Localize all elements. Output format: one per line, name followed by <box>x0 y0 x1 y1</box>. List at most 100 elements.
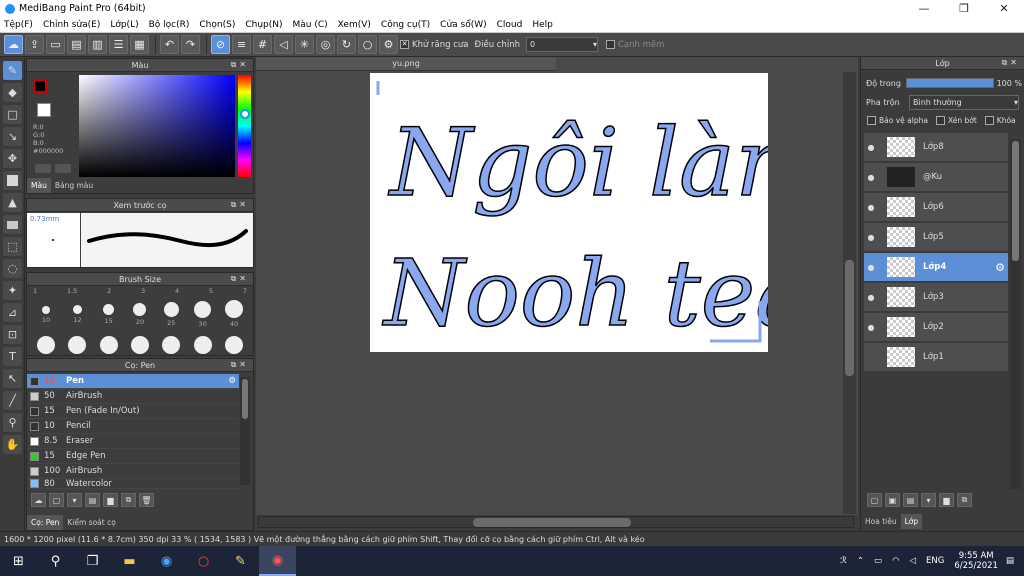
snap-off-icon[interactable]: ⊘ <box>211 35 230 54</box>
brush-size-option[interactable]: 12 <box>64 300 90 336</box>
brush-item[interactable]: 15 Edge Pen <box>27 449 239 464</box>
brush-size-option[interactable]: 25 <box>158 300 184 336</box>
new-8bit-layer-icon[interactable]: ▤ <box>903 493 918 507</box>
brush-size-option[interactable]: 20 <box>127 300 153 336</box>
redo-icon[interactable]: ↷ <box>181 35 200 54</box>
layer-row[interactable]: ● @Ku <box>864 163 1008 192</box>
foreground-color-swatch[interactable] <box>33 79 47 93</box>
chevron-up-icon[interactable]: ⌃ <box>857 556 864 566</box>
correction-select[interactable]: 0 ▾ <box>525 37 598 52</box>
list-icon[interactable]: ☰ <box>109 35 128 54</box>
eyedropper-small-icon[interactable] <box>35 164 51 173</box>
brush-item[interactable]: 80 Watercolor <box>27 479 239 489</box>
panel-controls-icon[interactable]: ⧉✕ <box>231 274 249 284</box>
search-icon[interactable]: ⚲ <box>37 546 74 576</box>
eraser-tool-icon[interactable]: ◆ <box>3 83 22 102</box>
move-tool-icon[interactable]: ✥ <box>3 149 22 168</box>
chat-icon[interactable]: ▤ <box>67 35 86 54</box>
layer-row[interactable]: ● Lớp2 <box>864 313 1008 342</box>
gear-icon[interactable]: ⚙ <box>228 376 236 386</box>
background-color-swatch[interactable] <box>37 103 51 117</box>
dot-tool-icon[interactable]: □ <box>3 105 22 124</box>
soft-edge-toggle[interactable]: Cạnh mềm <box>605 40 664 50</box>
duplicate-icon[interactable]: ⧉ <box>957 493 972 507</box>
menu-edit[interactable]: Chỉnh sửa(E) <box>43 20 100 30</box>
opera-icon[interactable]: ○ <box>185 546 222 576</box>
fill-rect-tool-icon[interactable] <box>3 171 22 190</box>
menu-view[interactable]: Xem(V) <box>338 20 371 30</box>
menu-window[interactable]: Cửa sổ(W) <box>440 20 486 30</box>
eyedropper-tool-icon[interactable]: ⚲ <box>3 413 22 432</box>
stroke-tool-icon[interactable]: ↘ <box>3 127 22 146</box>
menu-tools[interactable]: Công cụ(T) <box>381 20 430 30</box>
panel-controls-icon[interactable]: ⧉✕ <box>1002 58 1020 68</box>
new-halftone-layer-icon[interactable]: ▣ <box>885 493 900 507</box>
brush-size-option[interactable]: 15 <box>96 300 122 336</box>
document-tab[interactable]: yu.png <box>256 57 556 71</box>
close-button[interactable]: ✕ <box>984 2 1024 15</box>
gear-icon[interactable]: ⚙ <box>995 261 1005 274</box>
add-brush-icon[interactable]: ▾ <box>67 493 82 507</box>
layer-row[interactable]: ● Lớp3 <box>864 283 1008 312</box>
layer-row[interactable]: Lớp1 <box>864 343 1008 372</box>
canvas-document[interactable]: Ngôi làng Nooh team <box>370 73 768 352</box>
folder-icon[interactable]: ▆ <box>103 493 118 507</box>
select-tool-icon[interactable]: ⬚ <box>3 237 22 256</box>
panel-controls-icon[interactable]: ⧉✕ <box>231 200 249 210</box>
layer-row[interactable]: ● Lớp6 <box>864 193 1008 222</box>
grid-snap-icon[interactable]: # <box>253 35 272 54</box>
zalo-icon[interactable]: ◉ <box>148 546 185 576</box>
people-icon[interactable]: ℛ <box>840 556 847 566</box>
comment-icon[interactable]: ▭ <box>46 35 65 54</box>
volume-icon[interactable]: ◁ <box>910 556 917 566</box>
menu-snap[interactable]: Chụp(N) <box>245 20 282 30</box>
tab-navigator[interactable]: Hoa tiêu <box>861 514 901 529</box>
grid-icon[interactable]: ▦ <box>130 35 149 54</box>
select-pen-tool-icon[interactable]: ⊿ <box>3 303 22 322</box>
tab-palette[interactable]: Bảng màu <box>51 178 97 193</box>
menu-layer[interactable]: Lớp(L) <box>110 20 138 30</box>
brush-list-scrollbar[interactable] <box>240 377 250 485</box>
new-brush-icon[interactable]: ▢ <box>49 493 64 507</box>
panel-controls-icon[interactable]: ⧉✕ <box>231 60 249 70</box>
folder-icon[interactable]: ▆ <box>939 493 954 507</box>
paint-app-icon[interactable]: ✎ <box>222 546 259 576</box>
brush-settings-icon[interactable]: ▤ <box>85 493 100 507</box>
eye-icon[interactable]: ● <box>864 143 878 152</box>
blend-select[interactable]: Bình thường ▾ <box>909 95 1019 110</box>
brush-item[interactable]: 15 Pen (Fade In/Out) <box>27 404 239 419</box>
radial-snap-icon[interactable]: ✳ <box>295 35 314 54</box>
bucket-tool-icon[interactable]: ▲ <box>3 193 22 212</box>
brush-item[interactable]: 100 AirBrush <box>27 464 239 479</box>
medibang-taskbar-icon[interactable]: ◉ <box>259 546 296 576</box>
tab-color[interactable]: Màu <box>27 178 51 193</box>
file-explorer-icon[interactable]: ▬ <box>111 546 148 576</box>
add-layer-menu-icon[interactable]: ▾ <box>921 493 936 507</box>
tab-brush-control[interactable]: Kiểm soát cọ <box>63 515 119 530</box>
cloud-download-icon[interactable]: ☁ <box>31 493 46 507</box>
wifi-icon[interactable]: ◠ <box>892 556 899 566</box>
lock-checkbox[interactable] <box>984 116 994 125</box>
menu-help[interactable]: Help <box>532 20 553 30</box>
menu-select[interactable]: Chọn(S) <box>199 20 235 30</box>
hue-slider-knob[interactable] <box>240 109 250 119</box>
lasso-tool-icon[interactable]: ◌ <box>3 259 22 278</box>
parallel-snap-icon[interactable]: ≡ <box>232 35 251 54</box>
brush-item[interactable]: 50 AirBrush <box>27 389 239 404</box>
text-tool-icon[interactable]: T <box>3 347 22 366</box>
canvas-horizontal-scrollbar[interactable] <box>258 516 854 528</box>
new-layer-icon[interactable]: ▢ <box>867 493 882 507</box>
clock[interactable]: 9:55 AM 6/25/2021 <box>954 551 998 571</box>
layer-row[interactable]: ● Lớp5 <box>864 223 1008 252</box>
brush-item[interactable]: 10 Pen ⚙ <box>27 374 239 389</box>
hand-tool-icon[interactable]: ✋ <box>3 435 22 454</box>
layer-row[interactable]: ● Lớp8 <box>864 133 1008 162</box>
protect-alpha-checkbox[interactable] <box>867 116 876 125</box>
menu-cloud[interactable]: Cloud <box>497 20 523 30</box>
eye-icon[interactable]: ● <box>864 323 878 332</box>
settings-icon[interactable]: ⚙ <box>379 35 398 54</box>
language-indicator[interactable]: ENG <box>926 556 944 566</box>
brush-item[interactable]: 8.5 Eraser <box>27 434 239 449</box>
maximize-button[interactable]: ❐ <box>944 2 984 15</box>
operation-tool-icon[interactable]: ↖ <box>3 369 22 388</box>
